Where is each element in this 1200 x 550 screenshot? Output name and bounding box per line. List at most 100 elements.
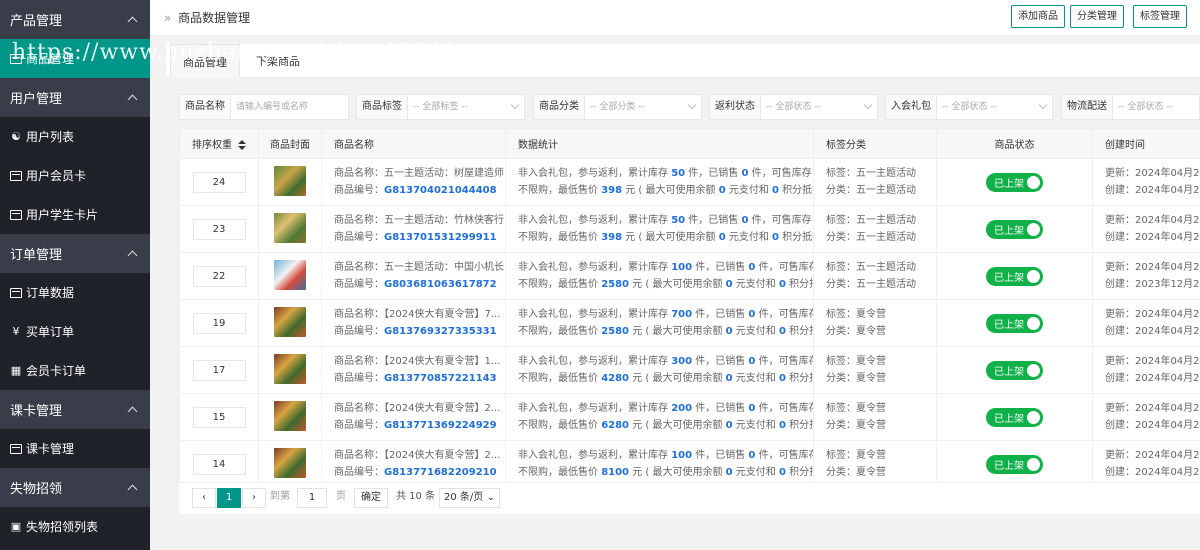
product-cover-image[interactable] xyxy=(274,306,306,337)
points: 0 xyxy=(778,326,786,337)
stat-text: 件，已销售 xyxy=(685,168,742,179)
product-tag: 标签：夏令营 xyxy=(826,450,886,461)
product-cover-image[interactable] xyxy=(274,259,306,290)
sidebar-group-course-card[interactable]: 课卡管理 xyxy=(0,390,150,429)
product-name-search-input[interactable]: 请输入编号或名称 xyxy=(231,95,348,119)
status-toggle[interactable]: 已上架 xyxy=(986,266,1043,286)
product-name: 商品名称：【2024侠大有夏令营】2... xyxy=(334,450,501,461)
sidebar-group-order[interactable]: 订单管理 xyxy=(0,234,150,273)
sidebar-item-user-student-card[interactable]: 用户学生卡片 xyxy=(0,195,150,234)
status-toggle[interactable]: 已上架 xyxy=(986,313,1043,333)
filter-product-tag[interactable]: 商品标签 -- 全部标签 -- xyxy=(356,94,525,120)
stat-text: 元支付和 xyxy=(725,232,773,243)
sort-weight-input[interactable]: 14 xyxy=(192,453,246,475)
column-header-label: 排序权重 xyxy=(192,140,232,151)
product-code: G813770857221143 xyxy=(384,373,497,384)
filter-membership-gift[interactable]: 入会礼包 -- 全部状态 -- xyxy=(885,94,1053,120)
sidebar-item-pay-order[interactable]: ¥ 买单订单 xyxy=(0,312,150,351)
product-category: 分类：夏令营 xyxy=(826,420,886,431)
tags-cell: 标签：夏令营 分类：夏令营 xyxy=(813,393,937,441)
product-category: 分类：五一主题活动 xyxy=(826,185,916,196)
product-cover-image[interactable] xyxy=(274,212,306,243)
product-code-line: 商品编号：G813701531299911 xyxy=(334,229,505,246)
page-unit-label: 页 xyxy=(336,491,346,502)
product-code-line: 商品编号：G813770857221143 xyxy=(334,370,505,387)
chevron-down-icon xyxy=(1040,95,1052,119)
max-balance: 0 xyxy=(725,420,733,431)
sidebar-item-order-data[interactable]: 订单数据 xyxy=(0,273,150,312)
status-toggle[interactable]: 已上架 xyxy=(986,360,1043,380)
price-line: 不限购，最低售价 8100 元 ( 最大可使用余额 0 元支付和 0 积分抵扣 … xyxy=(518,464,814,481)
product-name: 商品名称：【2024侠大有夏令营】7... xyxy=(334,309,501,320)
time-cell: 更新：2024年04月22日 1 创建：2024年04月22日 1 xyxy=(1092,299,1200,347)
filter-product-category[interactable]: 商品分类 -- 全部分类 -- xyxy=(533,94,702,120)
status-toggle[interactable]: 已上架 xyxy=(986,219,1043,239)
sidebar-item-membership-order[interactable]: ▦ 会员卡订单 xyxy=(0,351,150,390)
category-management-button[interactable]: 分类管理 xyxy=(1070,5,1124,28)
stats-cell: 非入会礼包，参与返利，累计库存 50 件，已销售 0 件，可售库存 50 件不限… xyxy=(505,158,814,206)
sidebar-item-course-card-management[interactable]: 课卡管理 xyxy=(0,429,150,468)
sort-weight-input[interactable]: 17 xyxy=(192,359,246,381)
product-cover-image[interactable] xyxy=(274,165,306,196)
sidebar-group-product[interactable]: 产品管理 xyxy=(0,0,150,39)
next-page-button[interactable]: › xyxy=(242,488,266,508)
goto-confirm-button[interactable]: 确定 xyxy=(354,488,388,508)
tags-cell: 标签：夏令营 分类：夏令营 xyxy=(813,440,937,482)
name-cell: 商品名称：五一主题活动：树屋建造师 商品编号：G813704021044408 xyxy=(321,158,506,206)
filter-rebate-status[interactable]: 返利状态 -- 全部状态 -- xyxy=(709,94,878,120)
status-toggle[interactable]: 已上架 xyxy=(986,407,1043,427)
tag-management-button[interactable]: 标签管理 xyxy=(1133,5,1187,28)
status-toggle[interactable]: 已上架 xyxy=(986,454,1043,474)
tags-cell: 标签：五一主题活动 分类：五一主题活动 xyxy=(813,252,937,300)
product-category: 分类：五一主题活动 xyxy=(826,232,916,243)
user-icon: ☯ xyxy=(11,129,21,143)
stat-text: 积分抵扣 ) xyxy=(789,420,813,431)
sidebar-item-label: 订单数据 xyxy=(26,286,75,300)
price-line: 不限购，最低售价 398 元 ( 最大可使用余额 0 元支付和 0 积分抵扣 ) xyxy=(518,229,814,246)
page-button-current[interactable]: 1 xyxy=(217,488,241,508)
product-cover-image[interactable] xyxy=(274,400,306,431)
column-header-stats: 数据统计 xyxy=(505,128,814,159)
sidebar-group-label: 订单管理 xyxy=(10,248,63,263)
created-time: 创建：2024年04月22日 1 xyxy=(1105,420,1200,431)
breadcrumb-separator-icon: » xyxy=(164,11,172,25)
watermark: https://www.huzhan.com/ishop40340 xyxy=(12,40,457,65)
sidebar-group-user[interactable]: 用户管理 xyxy=(0,78,150,117)
status-label: 已上架 xyxy=(994,319,1024,331)
updated-time: 更新：2024年04月22日 1 xyxy=(1105,168,1200,179)
sidebar-item-user-list[interactable]: ☯ 用户列表 xyxy=(0,117,150,156)
filter-shipping[interactable]: 物流配送 -- 全部状态 -- xyxy=(1061,94,1200,120)
toggle-knob xyxy=(1027,222,1040,236)
goto-page-input[interactable]: 1 xyxy=(297,488,327,508)
status-toggle[interactable]: 已上架 xyxy=(986,172,1043,192)
status-label: 已上架 xyxy=(994,225,1024,237)
sort-cell: 19 xyxy=(179,299,259,347)
stat-text: 件，可售库存 xyxy=(758,309,814,320)
product-cover-image[interactable] xyxy=(274,353,306,384)
toggle-knob xyxy=(1027,363,1040,377)
sidebar-item-user-membership-card[interactable]: 用户会员卡 xyxy=(0,156,150,195)
prev-page-button[interactable]: ‹ xyxy=(192,488,216,508)
per-page-select[interactable]: 20 条/页 ⌄ xyxy=(439,488,500,508)
sort-weight-input[interactable]: 15 xyxy=(192,406,246,428)
product-code: G813769327335331 xyxy=(384,326,497,337)
table-row: 22 商品名称：五一主题活动：中国小机长 商品编号：G803681063617872… xyxy=(179,252,1200,300)
product-cover-image[interactable] xyxy=(274,447,306,478)
sort-weight-input[interactable]: 23 xyxy=(192,218,246,240)
sidebar-item-label: 用户学生卡片 xyxy=(26,208,99,222)
add-product-button[interactable]: 添加商品 xyxy=(1011,5,1065,28)
sort-icon[interactable] xyxy=(238,140,246,150)
sidebar-group-lost-found[interactable]: 失物招领 xyxy=(0,468,150,507)
sidebar-item-label: 会员卡订单 xyxy=(26,364,87,378)
total-count: 共 10 条 xyxy=(396,491,436,502)
sort-weight-input[interactable]: 22 xyxy=(192,265,246,287)
column-header-sort[interactable]: 排序权重 xyxy=(179,128,259,159)
cover-cell xyxy=(258,393,322,441)
product-code-line: 商品编号：G803681063617872 xyxy=(334,276,505,293)
max-balance: 0 xyxy=(725,467,733,478)
sidebar-item-lost-found-list[interactable]: ▣ 失物招领列表 xyxy=(0,507,150,546)
sort-cell: 14 xyxy=(179,440,259,482)
sort-cell: 17 xyxy=(179,346,259,394)
sort-weight-input[interactable]: 24 xyxy=(192,171,246,193)
sort-weight-input[interactable]: 19 xyxy=(192,312,246,334)
